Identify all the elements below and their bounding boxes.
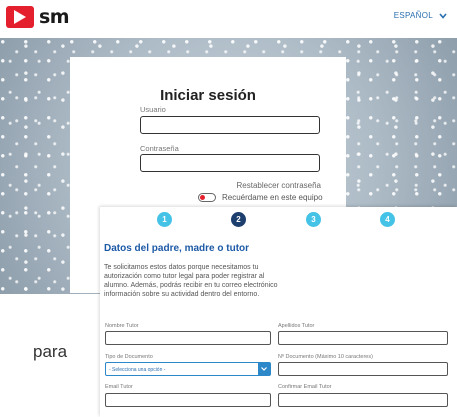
password-input[interactable] xyxy=(140,154,320,172)
nombre-input[interactable] xyxy=(105,331,271,345)
email-input[interactable] xyxy=(105,393,271,407)
select-toggle-button[interactable] xyxy=(258,363,270,375)
reset-password-link[interactable]: Restablecer contraseña xyxy=(237,181,322,190)
language-selector[interactable]: ESPAÑOL xyxy=(394,11,447,20)
form-title: Datos del padre, madre o tutor xyxy=(104,243,250,254)
username-input[interactable] xyxy=(140,116,320,134)
tutor-form-panel: 1 2 3 4 Datos del padre, madre o tutor T… xyxy=(100,207,457,417)
remember-label: Recuérdame en este equipo xyxy=(222,193,323,202)
numero-documento-input[interactable] xyxy=(278,362,448,376)
apellidos-label: Apellidos Tutor xyxy=(278,323,315,329)
top-bar: sm ESPAÑOL xyxy=(0,0,457,36)
tipo-documento-value: - Selecciona una opción - xyxy=(109,367,166,373)
side-text: para xyxy=(33,342,68,361)
tipo-documento-select[interactable]: - Selecciona una opción - xyxy=(105,362,271,376)
brand-logo[interactable]: sm xyxy=(6,6,70,28)
remember-toggle[interactable] xyxy=(198,193,216,202)
login-title: Iniciar sesión xyxy=(160,87,256,104)
step-3-indicator: 3 xyxy=(306,212,321,227)
play-logo-icon xyxy=(6,6,34,28)
remember-me[interactable]: Recuérdame en este equipo xyxy=(198,193,323,202)
step-4-indicator: 4 xyxy=(380,212,395,227)
chevron-down-icon xyxy=(261,367,267,371)
username-label: Usuario xyxy=(140,105,166,114)
nombre-label: Nombre Tutor xyxy=(105,323,139,329)
numero-documento-label: Nº Documento (Máximo 10 caracteres) xyxy=(278,354,373,360)
step-2-indicator: 2 xyxy=(231,212,246,227)
email-label: Email Tutor xyxy=(105,384,133,390)
password-label: Contraseña xyxy=(140,144,179,153)
confirm-email-input[interactable] xyxy=(278,393,448,407)
brand-name: sm xyxy=(39,6,70,28)
apellidos-input[interactable] xyxy=(278,331,448,345)
chevron-down-icon xyxy=(439,12,447,19)
tipo-documento-label: Tipo de Documento xyxy=(105,354,153,360)
form-description: Te solicitamos estos datos porque necesi… xyxy=(104,264,278,298)
language-label: ESPAÑOL xyxy=(393,11,433,20)
step-1-indicator: 1 xyxy=(157,212,172,227)
confirm-email-label: Confirmar Email Tutor xyxy=(278,384,332,390)
